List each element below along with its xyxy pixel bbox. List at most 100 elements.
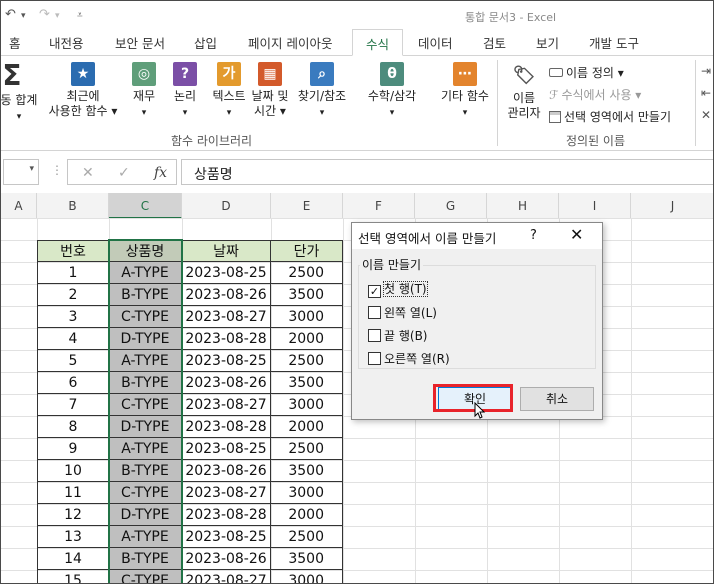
cell-product[interactable]: C-TYPE bbox=[109, 570, 182, 583]
cell-product[interactable]: B-TYPE bbox=[109, 460, 182, 482]
dialog-title-bar[interactable]: 선택 영역에서 이름 만들기 ? ✕ bbox=[352, 223, 602, 249]
cell-date[interactable]: 2023-08-26 bbox=[182, 284, 271, 306]
option-top-row[interactable]: ✓ 첫 행(T) bbox=[368, 280, 428, 298]
cell-date[interactable]: 2023-08-28 bbox=[182, 416, 271, 438]
cell-price[interactable]: 3000 bbox=[271, 306, 343, 328]
cell-number[interactable]: 1 bbox=[37, 262, 109, 284]
option-left-column[interactable]: 왼쪽 열(L) bbox=[368, 304, 437, 321]
column-header-a[interactable]: A bbox=[1, 193, 37, 219]
formula-input[interactable]: 상품명 bbox=[181, 159, 713, 185]
cell-product[interactable]: B-TYPE bbox=[109, 548, 182, 570]
cell-date[interactable]: 2023-08-26 bbox=[182, 548, 271, 570]
cell-number[interactable]: 13 bbox=[37, 526, 109, 548]
header-cell-number[interactable]: 번호 bbox=[37, 240, 109, 262]
cancel-button[interactable]: 취소 bbox=[520, 387, 594, 411]
tab-developer[interactable]: 개발 도구 bbox=[589, 33, 639, 52]
cell-number[interactable]: 10 bbox=[37, 460, 109, 482]
tab-view[interactable]: 보기 bbox=[536, 33, 559, 52]
insert-function-icon[interactable]: fx bbox=[154, 165, 167, 181]
confirm-entry-icon[interactable]: ✓ bbox=[118, 165, 130, 181]
cell-date[interactable]: 2023-08-25 bbox=[182, 526, 271, 548]
checkbox-bottom-row[interactable] bbox=[368, 329, 381, 342]
cell-price[interactable]: 3000 bbox=[271, 394, 343, 416]
column-header-i[interactable]: I bbox=[559, 193, 631, 219]
column-header-e[interactable]: E bbox=[271, 193, 343, 219]
undo-icon[interactable]: ↶ bbox=[5, 7, 16, 22]
column-header-f[interactable]: F bbox=[343, 193, 415, 219]
cell-number[interactable]: 15 bbox=[37, 570, 109, 583]
tab-security-doc[interactable]: 보안 문서 bbox=[115, 33, 165, 52]
cell-price[interactable]: 3500 bbox=[271, 460, 343, 482]
cell-product[interactable]: A-TYPE bbox=[109, 350, 182, 372]
name-manager-button[interactable]: 🏷 이름 관리자 bbox=[501, 64, 547, 121]
column-header-h[interactable]: H bbox=[487, 193, 559, 219]
cell-price[interactable]: 3500 bbox=[271, 284, 343, 306]
header-cell-product[interactable]: 상품명 bbox=[109, 240, 182, 262]
logical-button[interactable]: ? 논리 ▾ bbox=[167, 62, 203, 121]
trace-precedents-icon[interactable]: ⇥ bbox=[701, 64, 711, 78]
name-box-dropdown-icon[interactable]: ▾ bbox=[29, 164, 34, 174]
cell-date[interactable]: 2023-08-27 bbox=[182, 306, 271, 328]
tab-data[interactable]: 데이터 bbox=[418, 33, 453, 52]
cell-product[interactable]: C-TYPE bbox=[109, 482, 182, 504]
cell-number[interactable]: 6 bbox=[37, 372, 109, 394]
cell-date[interactable]: 2023-08-26 bbox=[182, 372, 271, 394]
remove-arrows-icon[interactable]: ✕ bbox=[701, 108, 711, 122]
name-box[interactable]: ▾ bbox=[3, 159, 39, 185]
cell-number[interactable]: 11 bbox=[37, 482, 109, 504]
column-header-b[interactable]: B bbox=[37, 193, 109, 219]
redo-icon[interactable]: ↷ bbox=[39, 7, 50, 22]
cell-product[interactable]: A-TYPE bbox=[109, 438, 182, 460]
cell-product[interactable]: D-TYPE bbox=[109, 504, 182, 526]
column-header-d[interactable]: D bbox=[182, 193, 271, 219]
cell-price[interactable]: 3000 bbox=[271, 482, 343, 504]
undo-dropdown-icon[interactable]: ▾ bbox=[21, 11, 26, 21]
tab-insert[interactable]: 삽입 bbox=[194, 33, 217, 52]
text-functions-button[interactable]: 가 텍스트 ▾ bbox=[207, 62, 251, 121]
cell-price[interactable]: 2000 bbox=[271, 504, 343, 526]
cell-product[interactable]: B-TYPE bbox=[109, 372, 182, 394]
cell-product[interactable]: D-TYPE bbox=[109, 328, 182, 350]
use-in-formula-button[interactable]: ℱ 수식에서 사용 ▾ bbox=[549, 86, 641, 103]
cell-date[interactable]: 2023-08-28 bbox=[182, 504, 271, 526]
column-header-j[interactable]: J bbox=[631, 193, 713, 219]
tab-review[interactable]: 검토 bbox=[483, 33, 506, 52]
cell-product[interactable]: A-TYPE bbox=[109, 262, 182, 284]
cancel-entry-icon[interactable]: ✕ bbox=[82, 165, 94, 181]
cell-product[interactable]: C-TYPE bbox=[109, 306, 182, 328]
trace-dependents-icon[interactable]: ⇤ bbox=[701, 86, 711, 100]
cell-date[interactable]: 2023-08-27 bbox=[182, 394, 271, 416]
cell-number[interactable]: 4 bbox=[37, 328, 109, 350]
tab-page-layout[interactable]: 페이지 레이아웃 bbox=[248, 33, 332, 52]
cell-date[interactable]: 2023-08-25 bbox=[182, 262, 271, 284]
redo-dropdown-icon[interactable]: ▾ bbox=[55, 11, 60, 21]
checkbox-left-column[interactable] bbox=[368, 306, 381, 319]
cell-price[interactable]: 2000 bbox=[271, 328, 343, 350]
lookup-reference-button[interactable]: ⌕ 찾기/참조 ▾ bbox=[293, 62, 351, 121]
cell-price[interactable]: 2500 bbox=[271, 526, 343, 548]
column-header-c[interactable]: C bbox=[109, 193, 182, 219]
customize-qat-icon[interactable]: ⩡ bbox=[77, 10, 83, 21]
cell-product[interactable]: C-TYPE bbox=[109, 394, 182, 416]
cell-number[interactable]: 3 bbox=[37, 306, 109, 328]
header-cell-date[interactable]: 날짜 bbox=[182, 240, 271, 262]
cell-price[interactable]: 2500 bbox=[271, 350, 343, 372]
option-bottom-row[interactable]: 끝 행(B) bbox=[368, 327, 428, 344]
cell-price[interactable]: 2000 bbox=[271, 416, 343, 438]
header-cell-price[interactable]: 단가 bbox=[271, 240, 343, 262]
create-from-selection-button[interactable]: 선택 영역에서 만들기 bbox=[549, 108, 671, 125]
define-name-button[interactable]: 이름 정의 ▾ bbox=[549, 64, 624, 81]
cell-number[interactable]: 5 bbox=[37, 350, 109, 372]
cell-price[interactable]: 3000 bbox=[271, 570, 343, 583]
cell-number[interactable]: 7 bbox=[37, 394, 109, 416]
close-icon[interactable]: ✕ bbox=[570, 225, 583, 244]
cell-product[interactable]: A-TYPE bbox=[109, 526, 182, 548]
cell-price[interactable]: 3500 bbox=[271, 372, 343, 394]
autosum-button[interactable]: Σ 동 합계 ▾ bbox=[1, 62, 41, 125]
tab-home[interactable]: 홈 bbox=[9, 33, 21, 52]
cell-price[interactable]: 2500 bbox=[271, 438, 343, 460]
financial-button[interactable]: ◎ 재무 ▾ bbox=[127, 62, 161, 121]
more-functions-button[interactable]: ⋯ 기타 함수 ▾ bbox=[437, 62, 493, 121]
cell-date[interactable]: 2023-08-26 bbox=[182, 460, 271, 482]
cell-date[interactable]: 2023-08-27 bbox=[182, 570, 271, 583]
